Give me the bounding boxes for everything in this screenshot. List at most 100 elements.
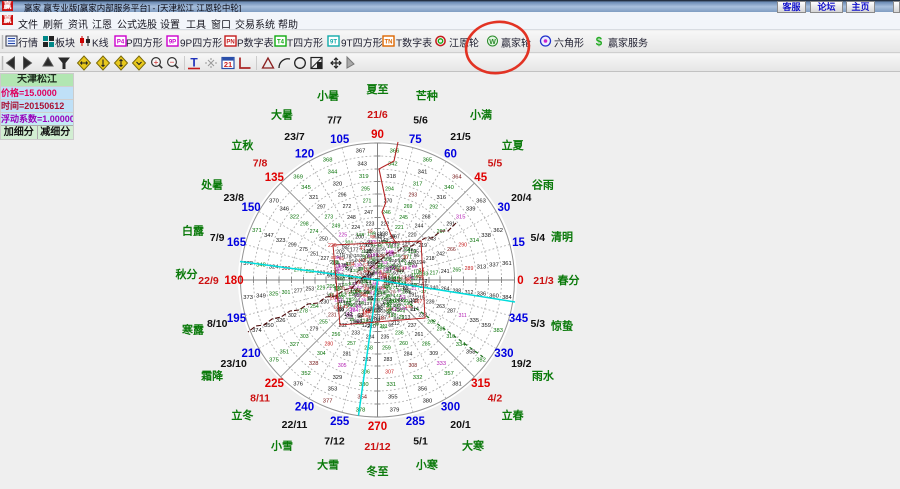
svg-text:240: 240 <box>295 401 314 413</box>
svg-text:354: 354 <box>357 395 367 401</box>
svg-text:368: 368 <box>323 158 333 164</box>
svg-text:373: 373 <box>243 295 253 301</box>
svg-text:夏至: 夏至 <box>367 83 389 96</box>
svg-text:378: 378 <box>356 407 366 413</box>
svg-text:255: 255 <box>319 319 328 325</box>
svg-text:247: 247 <box>364 210 373 216</box>
svg-text:320: 320 <box>333 181 343 187</box>
svg-text:356: 356 <box>418 387 428 393</box>
svg-text:113: 113 <box>391 244 400 250</box>
svg-text:303: 303 <box>300 334 309 340</box>
svg-text:60: 60 <box>381 324 386 329</box>
svg-text:237: 237 <box>408 323 417 329</box>
svg-text:清明: 清明 <box>551 230 573 244</box>
svg-text:谷雨: 谷雨 <box>532 178 554 192</box>
svg-text:9P: 9P <box>169 40 176 46</box>
svg-text:11: 11 <box>339 252 344 257</box>
svg-text:90: 90 <box>371 129 384 141</box>
svg-text:K线: K线 <box>92 37 109 50</box>
svg-text:冬至: 冬至 <box>367 464 389 478</box>
svg-text:341: 341 <box>418 170 428 176</box>
svg-text:21: 21 <box>224 60 232 69</box>
svg-text:1: 1 <box>374 233 377 239</box>
svg-text:370: 370 <box>269 199 279 205</box>
svg-text:382: 382 <box>476 358 486 364</box>
svg-text:4/2: 4/2 <box>488 392 503 404</box>
svg-text:142: 142 <box>344 312 353 318</box>
svg-text:20: 20 <box>380 316 385 321</box>
svg-text:244: 244 <box>415 224 424 230</box>
svg-text:板块: 板块 <box>55 37 75 50</box>
svg-text:小寒: 小寒 <box>415 458 439 472</box>
svg-text:342: 342 <box>388 162 398 168</box>
svg-text:310: 310 <box>446 334 455 340</box>
svg-text:行情: 行情 <box>18 37 38 50</box>
svg-text:331: 331 <box>386 382 396 388</box>
svg-text:72: 72 <box>342 264 348 270</box>
svg-text:289: 289 <box>465 266 474 272</box>
svg-text:立夏: 立夏 <box>502 138 525 152</box>
svg-text:105: 105 <box>366 249 374 254</box>
svg-text:362: 362 <box>493 228 503 234</box>
svg-text:19/2: 19/2 <box>511 358 532 370</box>
svg-text:284: 284 <box>404 352 413 358</box>
svg-text:127: 127 <box>382 274 391 280</box>
svg-text:P四方形: P四方形 <box>126 37 163 50</box>
svg-text:220: 220 <box>408 233 417 239</box>
svg-text:364: 364 <box>452 175 462 181</box>
svg-text:30: 30 <box>498 202 511 214</box>
svg-text:T四方形: T四方形 <box>287 37 323 50</box>
svg-text:10: 10 <box>385 293 390 298</box>
svg-text:六角形: 六角形 <box>554 38 584 50</box>
svg-text:T4: T4 <box>277 40 285 46</box>
svg-text:328: 328 <box>309 361 319 367</box>
svg-text:$: $ <box>596 36 603 48</box>
svg-text:376: 376 <box>293 382 303 388</box>
svg-text:26: 26 <box>378 263 384 269</box>
svg-text:274: 274 <box>310 229 319 235</box>
svg-text:21: 21 <box>391 306 397 312</box>
svg-text:PN: PN <box>226 40 234 46</box>
svg-text:21/5: 21/5 <box>450 131 471 143</box>
svg-text:305: 305 <box>338 363 347 369</box>
svg-text:243: 243 <box>427 236 436 242</box>
svg-text:321: 321 <box>309 195 319 201</box>
svg-text:江恩轮: 江恩轮 <box>449 37 479 50</box>
svg-text:338: 338 <box>481 233 491 239</box>
svg-text:301: 301 <box>282 290 291 296</box>
svg-text:314: 314 <box>469 238 479 244</box>
svg-text:150: 150 <box>242 202 261 214</box>
svg-text:106: 106 <box>409 259 417 264</box>
svg-text:233: 233 <box>351 331 360 337</box>
svg-text:292: 292 <box>429 205 438 211</box>
svg-text:311: 311 <box>459 313 467 319</box>
svg-text:287: 287 <box>447 308 456 314</box>
svg-text:241: 241 <box>441 269 450 275</box>
svg-text:0: 0 <box>517 275 523 287</box>
svg-text:52: 52 <box>367 307 373 313</box>
svg-text:71: 71 <box>355 301 361 307</box>
svg-text:224: 224 <box>351 225 360 231</box>
svg-text:308: 308 <box>408 363 417 369</box>
svg-text:249: 249 <box>332 224 341 230</box>
svg-text:259: 259 <box>382 346 391 352</box>
svg-text:279: 279 <box>310 327 319 333</box>
svg-text:377: 377 <box>323 399 333 405</box>
svg-text:269: 269 <box>404 204 413 210</box>
svg-text:380: 380 <box>423 399 433 405</box>
svg-text:219: 219 <box>418 243 427 249</box>
svg-text:T数字表: T数字表 <box>396 37 432 50</box>
svg-text:TN: TN <box>385 40 393 46</box>
svg-text:T: T <box>190 56 198 70</box>
svg-text:45: 45 <box>474 172 487 184</box>
svg-text:128: 128 <box>398 258 406 263</box>
svg-text:129: 129 <box>376 253 384 258</box>
svg-text:315: 315 <box>471 378 491 390</box>
svg-text:177: 177 <box>350 248 359 254</box>
svg-text:381: 381 <box>452 382 462 388</box>
svg-text:23/10: 23/10 <box>221 358 247 370</box>
svg-text:88: 88 <box>403 286 409 292</box>
svg-text:225: 225 <box>338 233 347 239</box>
svg-text:82: 82 <box>388 323 394 329</box>
svg-text:立春: 立春 <box>502 408 525 422</box>
